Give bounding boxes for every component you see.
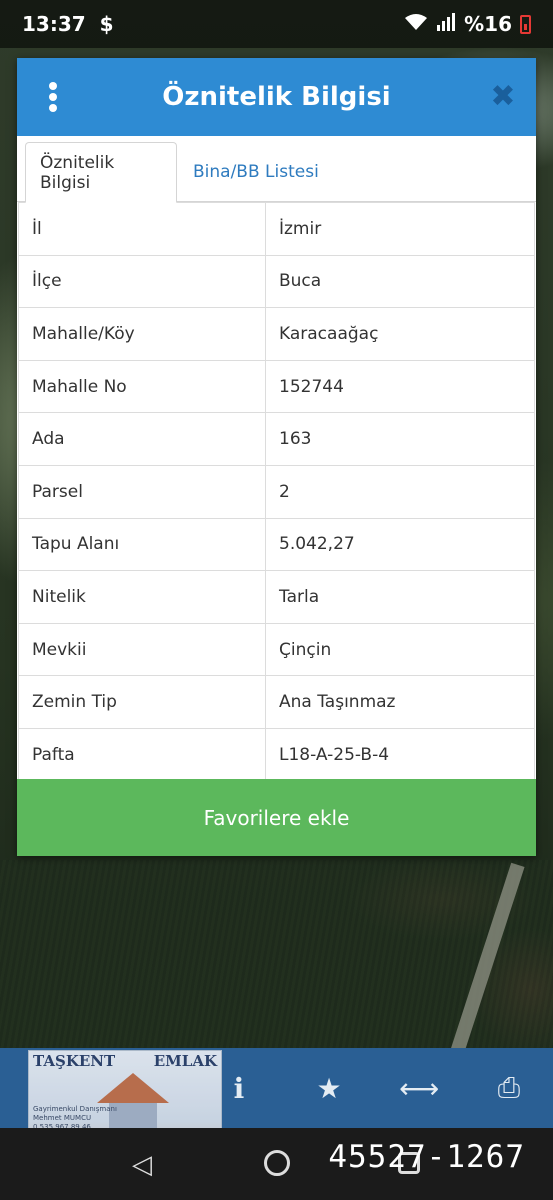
watermark-id: 45527-1267 (328, 1139, 525, 1175)
attribute-value: 152744 (265, 359, 535, 414)
table-row: Mahalle No 152744 (18, 359, 535, 414)
table-row: Pafta L18-A-25-B-4 (18, 727, 535, 782)
print-icon[interactable]: ⎙ (489, 1071, 529, 1105)
attribute-key: Parsel (18, 464, 266, 519)
dialog-title: Öznitelik Bilgisi (162, 82, 391, 112)
ad-title-left: TAŞKENT (33, 1052, 116, 1070)
status-bar: 13:37 $ %16 (0, 0, 553, 48)
measure-arrows-icon[interactable]: ⟷ (399, 1072, 439, 1105)
tab-building-list[interactable]: Bina/BB Listesi (179, 142, 333, 202)
attribute-value: Tarla (265, 570, 535, 624)
info-icon[interactable]: ℹ (219, 1072, 259, 1105)
table-row: İl İzmir (18, 202, 535, 256)
tab-bar: Öznitelik Bilgisi Bina/BB Listesi (17, 136, 536, 203)
close-icon[interactable]: ✖ (488, 82, 518, 112)
house-roof-logo (97, 1073, 169, 1103)
attribute-key: İlçe (18, 254, 266, 309)
ad-line: Mehmet MUMCU (33, 1114, 92, 1122)
attribute-value: 163 (265, 412, 535, 466)
table-row: Tapu Alanı 5.042,27 (18, 517, 535, 572)
ad-line: Gayrimenkul Danışmanı (33, 1105, 117, 1113)
table-row: Ada 163 (18, 412, 535, 466)
dialog-header: Öznitelik Bilgisi ✖ (17, 58, 536, 136)
more-vert-icon[interactable] (44, 82, 62, 112)
tab-attribute-info[interactable]: Öznitelik Bilgisi (25, 142, 177, 203)
table-row: İlçe Buca (18, 254, 535, 309)
table-row: Parsel 2 (18, 464, 535, 519)
home-icon[interactable] (264, 1150, 290, 1176)
attribute-key: Zemin Tip (18, 675, 266, 729)
attribute-key: Tapu Alanı (18, 517, 266, 572)
back-icon[interactable]: ◁ (132, 1150, 152, 1180)
status-time: 13:37 (22, 12, 86, 36)
attribute-value: 5.042,27 (265, 517, 535, 572)
battery-icon (520, 14, 531, 34)
table-row: Zemin Tip Ana Taşınmaz (18, 675, 535, 729)
attribute-value: İzmir (265, 202, 535, 256)
table-row: Nitelik Tarla (18, 570, 535, 624)
attribute-key: Pafta (18, 727, 266, 782)
attribute-key: Mahalle No (18, 359, 266, 414)
add-to-favorites-button[interactable]: Favorilere ekle (17, 779, 536, 856)
attribute-key: Ada (18, 412, 266, 466)
table-row: Mevkii Çinçin (18, 622, 535, 677)
attribute-value: Ana Taşınmaz (265, 675, 535, 729)
attribute-key: Nitelik (18, 570, 266, 624)
table-row: Mahalle/Köy Karacaağaç (18, 307, 535, 361)
battery-level: %16 (464, 12, 512, 36)
wifi-icon (404, 12, 428, 36)
attribute-table: İl İzmir İlçe Buca Mahalle/Köy Karacaağaç Maha… (18, 202, 535, 782)
signal-icon (436, 12, 456, 36)
attribute-key: Mahalle/Köy (18, 307, 266, 361)
attribute-key: İl (18, 202, 266, 256)
attribute-value: Çinçin (265, 622, 535, 677)
star-icon[interactable]: ★ (309, 1072, 349, 1105)
attribute-value: L18-A-25-B-4 (265, 727, 535, 782)
attribute-value: 2 (265, 464, 535, 519)
currency-icon: $ (99, 12, 114, 36)
attribute-value: Karacaağaç (265, 307, 535, 361)
attribute-value: Buca (265, 254, 535, 309)
attribute-dialog: Öznitelik Bilgisi ✖ Öznitelik Bilgisi Bi… (17, 58, 536, 856)
ad-title-right: EMLAK (153, 1052, 217, 1070)
attribute-key: Mevkii (18, 622, 266, 677)
